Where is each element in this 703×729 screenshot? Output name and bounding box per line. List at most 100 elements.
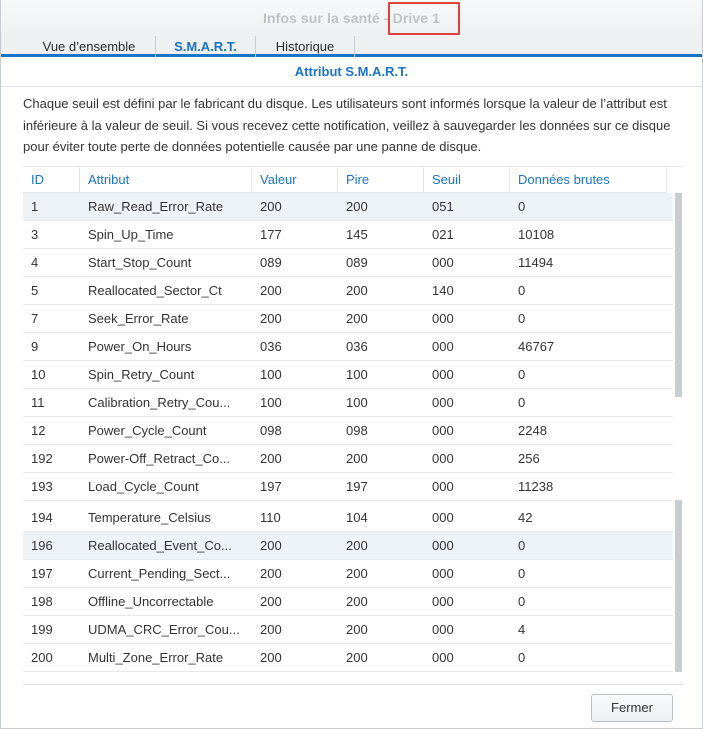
cell-attribute: Current_Pending_Sect... [88, 566, 231, 581]
table-row[interactable]: 5 Reallocated_Sector_Ct 200 200 140 0 [23, 277, 673, 305]
table-row[interactable]: 3 Spin_Up_Time 177 145 021 10108 [23, 221, 673, 249]
cell-worst: 104 [346, 510, 368, 525]
table-row[interactable]: 10 Spin_Retry_Count 100 100 000 0 [23, 361, 673, 389]
dialog-title: Infos sur la santé - Drive 1 [262, 10, 441, 26]
cell-raw-data: 42 [518, 510, 533, 525]
cell-worst: 200 [346, 311, 368, 326]
cell-worst: 200 [346, 283, 368, 298]
cell-value: 177 [260, 227, 282, 242]
cell-threshold: 000 [432, 451, 454, 466]
cell-worst: 197 [346, 479, 368, 494]
scrollbar-thumb-lower[interactable] [675, 500, 682, 672]
cell-id: 10 [31, 367, 46, 382]
table-row[interactable]: 198 Offline_Uncorrectable 200 200 000 0 [23, 588, 673, 616]
cell-worst: 100 [346, 395, 368, 410]
cell-attribute: Power-Off_Retract_Co... [88, 451, 231, 466]
cell-worst: 200 [346, 538, 368, 553]
table-header: ID Attribut Valeur Pire Seuil Données br… [23, 167, 667, 193]
table-row[interactable]: 1 Raw_Read_Error_Rate 200 200 051 0 [23, 193, 673, 221]
cell-attribute: Power_On_Hours [88, 339, 192, 354]
table-row[interactable]: 200 Multi_Zone_Error_Rate 200 200 000 0 [23, 644, 673, 672]
cell-raw-data: 0 [518, 199, 526, 214]
cell-value: 200 [260, 538, 282, 553]
cell-threshold: 000 [432, 339, 454, 354]
cell-value: 200 [260, 311, 282, 326]
table-row[interactable]: 12 Power_Cycle_Count 098 098 000 2248 [23, 417, 673, 445]
cell-attribute: Seek_Error_Rate [88, 311, 189, 326]
column-header-worst[interactable]: Pire [338, 167, 424, 193]
cell-attribute: Reallocated_Sector_Ct [88, 283, 222, 298]
cell-threshold: 000 [432, 566, 454, 581]
cell-threshold: 051 [432, 199, 454, 214]
cell-raw-data: 256 [518, 451, 540, 466]
cell-attribute: Temperature_Celsius [88, 510, 211, 525]
cell-value: 036 [260, 339, 282, 354]
dialog-titlebar: Infos sur la santé - Drive 1 [1, 0, 702, 36]
cell-threshold: 000 [432, 395, 454, 410]
table-row[interactable]: 192 Power-Off_Retract_Co... 200 200 000 256 [23, 445, 673, 473]
cell-attribute: Raw_Read_Error_Rate [88, 199, 224, 214]
table-row[interactable]: 196 Reallocated_Event_Co... 200 200 000 0 [23, 532, 673, 560]
table-row[interactable]: 7 Seek_Error_Rate 200 200 000 0 [23, 305, 673, 333]
cell-raw-data: 0 [518, 538, 526, 553]
smart-attributes-table: ID Attribut Valeur Pire Seuil Données br… [23, 166, 683, 674]
cell-value: 200 [260, 622, 282, 637]
cell-threshold: 000 [432, 510, 454, 525]
cell-id: 1 [31, 199, 39, 214]
cell-threshold: 140 [432, 283, 454, 298]
column-header-raw-data[interactable]: Données brutes [510, 167, 667, 193]
cell-id: 196 [31, 538, 53, 553]
cell-raw-data: 0 [518, 311, 526, 326]
tab-overview[interactable]: Vue d’ensemble [23, 36, 156, 57]
cell-threshold: 000 [432, 538, 454, 553]
cell-worst: 200 [346, 594, 368, 609]
cell-worst: 200 [346, 451, 368, 466]
cell-id: 199 [31, 622, 53, 637]
cell-raw-data: 11238 [518, 479, 554, 494]
close-button[interactable]: Fermer [591, 694, 673, 722]
column-header-attribute[interactable]: Attribut [80, 167, 252, 193]
tab-bar: Vue d’ensemble S.M.A.R.T. Historique [1, 36, 702, 57]
column-header-value[interactable]: Valeur [252, 167, 338, 193]
cell-worst: 098 [346, 423, 368, 438]
cell-id: 11 [31, 395, 45, 410]
tab-history[interactable]: Historique [256, 36, 355, 57]
cell-attribute: Spin_Retry_Count [88, 367, 195, 382]
cell-value: 089 [260, 255, 282, 270]
table-row[interactable]: 199 UDMA_CRC_Error_Cou... 200 200 000 4 [23, 616, 673, 644]
cell-attribute: Multi_Zone_Error_Rate [88, 650, 224, 665]
cell-worst: 200 [346, 566, 368, 581]
cell-value: 200 [260, 566, 282, 581]
cell-value: 200 [260, 199, 282, 214]
section-divider [1, 86, 702, 87]
table-row[interactable]: 9 Power_On_Hours 036 036 000 46767 [23, 333, 673, 361]
cell-attribute: Power_Cycle_Count [88, 423, 207, 438]
cell-worst: 200 [346, 199, 368, 214]
cell-attribute: Start_Stop_Count [88, 255, 192, 270]
cell-attribute: Offline_Uncorrectable [88, 594, 214, 609]
cell-worst: 036 [346, 339, 368, 354]
scrollbar-thumb[interactable] [675, 193, 682, 397]
table-row[interactable]: 194 Temperature_Celsius 110 104 000 42 [23, 504, 673, 532]
cell-threshold: 000 [432, 622, 454, 637]
cell-threshold: 000 [432, 650, 454, 665]
cell-raw-data: 2248 [518, 423, 547, 438]
table-row[interactable]: 4 Start_Stop_Count 089 089 000 11494 [23, 249, 673, 277]
cell-id: 12 [31, 423, 46, 438]
cell-value: 098 [260, 423, 282, 438]
cell-raw-data: 0 [518, 650, 526, 665]
cell-id: 193 [31, 479, 53, 494]
cell-raw-data: 0 [518, 566, 526, 581]
table-row[interactable]: 197 Current_Pending_Sect... 200 200 000 0 [23, 560, 673, 588]
tab-smart[interactable]: S.M.A.R.T. [156, 36, 256, 57]
cell-raw-data: 4 [518, 622, 526, 637]
table-row[interactable]: 193 Load_Cycle_Count 197 197 000 11238 [23, 473, 673, 501]
cell-threshold: 021 [432, 227, 454, 242]
column-header-threshold[interactable]: Seuil [424, 167, 510, 193]
cell-raw-data: 10108 [518, 227, 555, 242]
cell-value: 200 [260, 594, 282, 609]
cell-worst: 100 [346, 367, 368, 382]
cell-raw-data: 0 [518, 594, 526, 609]
column-header-id[interactable]: ID [23, 167, 80, 193]
table-row[interactable]: 11 Calibration_Retry_Cou... 100 100 000 0 [23, 389, 673, 417]
